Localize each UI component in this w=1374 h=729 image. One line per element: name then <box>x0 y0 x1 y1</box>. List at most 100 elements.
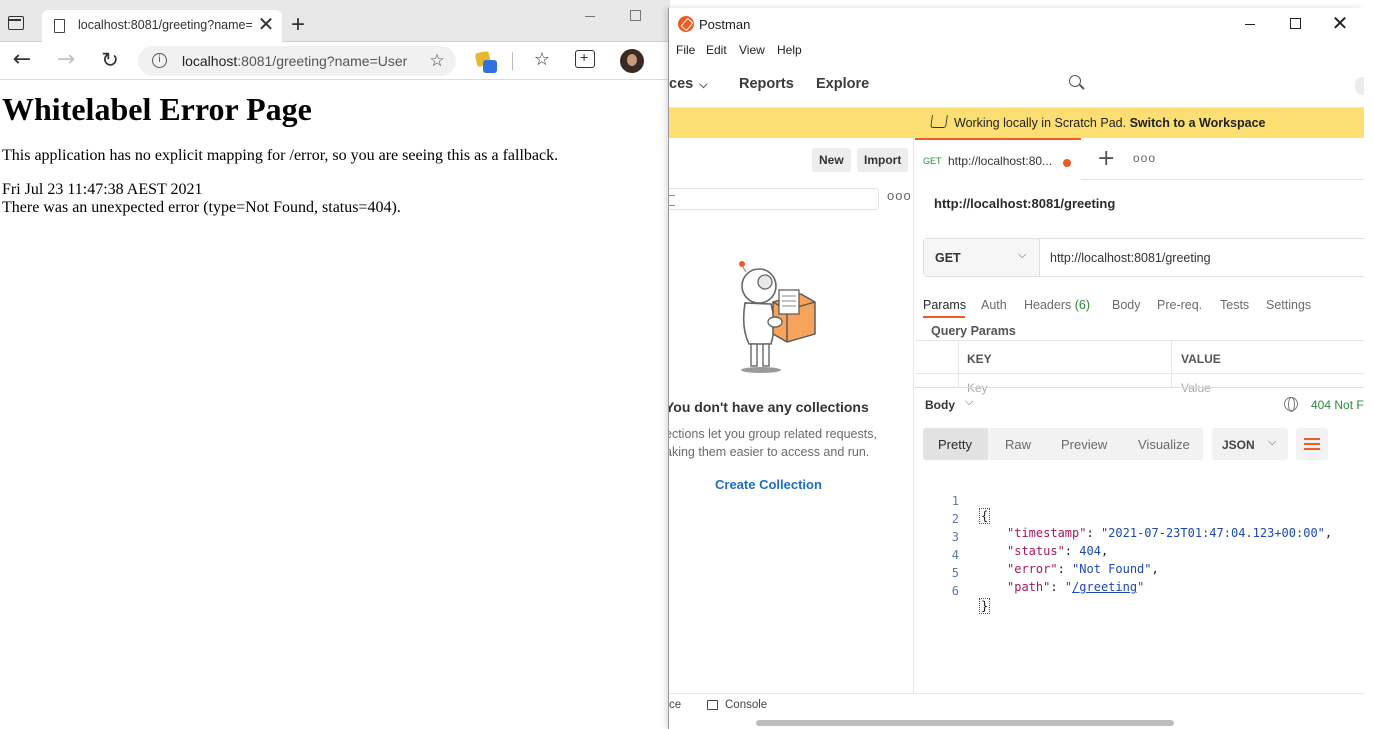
view-preview[interactable]: Preview <box>1061 437 1107 452</box>
request-tab[interactable]: GET http://localhost:80... <box>915 138 1081 180</box>
address-url[interactable]: localhost:8081/greeting?name=User <box>182 53 407 69</box>
switch-workspace-link[interactable]: Switch to a Workspace <box>1130 116 1266 130</box>
view-pretty[interactable]: Pretty <box>938 437 972 452</box>
new-button[interactable]: New <box>812 148 851 172</box>
banner-text: Working locally in Scratch Pad. <box>954 116 1127 130</box>
line-number: 6 <box>951 584 959 598</box>
console-button[interactable]: Console <box>725 699 767 711</box>
code-line: 4 "error": "Not Found", <box>915 534 1364 576</box>
postman-titlebar: Postman ✕ <box>669 8 1364 40</box>
response-divider[interactable] <box>915 387 1364 388</box>
request-workspace: GET http://localhost:80... + ooo http://… <box>915 138 1364 693</box>
query-params-title: Query Params <box>931 324 1016 338</box>
view-visualize[interactable]: Visualize <box>1138 437 1190 452</box>
request-url-input[interactable]: http://localhost:8081/greeting <box>1050 251 1211 265</box>
footer-item-partial[interactable]: ce <box>669 699 681 711</box>
browser-tab[interactable]: localhost:8081/greeting?name=U ✕ <box>42 10 282 42</box>
more-options-icon[interactable]: ooo <box>887 188 912 203</box>
site-info-icon[interactable]: i <box>152 53 167 68</box>
error-message: This application has no explicit mapping… <box>2 147 559 164</box>
extension-icon[interactable] <box>474 50 498 74</box>
window-title: Postman <box>699 17 751 32</box>
format-select[interactable]: JSON ⌵ <box>1212 428 1288 460</box>
forward-icon[interactable]: → <box>52 46 80 74</box>
address-bar[interactable]: i localhost:8081/greeting?name=User ☆ <box>138 46 456 76</box>
error-timestamp: Fri Jul 23 11:47:38 AEST 2021 <box>2 181 203 198</box>
response-json-viewer[interactable]: 1 { 2 "timestamp": "2021-07-23T01:47:04.… <box>915 472 1364 614</box>
tab-options-icon[interactable]: ooo <box>1133 151 1156 165</box>
collections-icon[interactable] <box>575 49 595 68</box>
menu-edit[interactable]: Edit <box>706 43 727 57</box>
search-icon[interactable] <box>1069 75 1085 91</box>
banner-message: Working locally in Scratch Pad. Switch t… <box>954 116 1265 130</box>
menu-view[interactable]: View <box>739 43 765 57</box>
create-collection-link[interactable]: Create Collection <box>715 477 822 492</box>
code-line: 2 "timestamp": "2021-07-23T01:47:04.123+… <box>915 498 1364 540</box>
code-line: 1 { <box>915 480 1364 524</box>
response-status[interactable]: 404 Not F <box>1311 398 1364 412</box>
tab-params[interactable]: Params <box>923 298 966 312</box>
empty-collections-description: ections let you group related requests, … <box>668 427 877 459</box>
menu-file[interactable]: File <box>676 43 695 57</box>
minimize-icon[interactable] <box>582 8 600 24</box>
request-name[interactable]: http://localhost:8081/greeting <box>934 196 1115 211</box>
refresh-icon[interactable]: ↻ <box>96 46 124 74</box>
horizontal-scrollbar[interactable] <box>756 720 1174 726</box>
headers-count: (6) <box>1074 298 1091 312</box>
console-icon[interactable] <box>707 700 718 710</box>
empty-collections-title: You don't have any collections <box>668 399 869 415</box>
maximize-icon[interactable] <box>1290 18 1301 29</box>
postman-logo-icon <box>678 16 694 32</box>
request-url-bar: GET ⌵ http://localhost:8081/greeting <box>923 238 1364 277</box>
profile-avatar[interactable] <box>620 49 644 73</box>
response-body-label[interactable]: Body <box>925 398 955 412</box>
tab-body[interactable]: Body <box>1112 298 1141 312</box>
menu-help[interactable]: Help <box>777 43 802 57</box>
response-view-tabs: Pretty Raw Preview Visualize <box>923 428 1203 460</box>
new-request-tab-icon[interactable]: + <box>1097 146 1115 171</box>
tab-auth[interactable]: Auth <box>981 298 1007 312</box>
nav-workspaces[interactable]: ces ⌵ <box>669 76 708 92</box>
add-favorite-icon[interactable]: ☆ <box>426 50 448 72</box>
param-key-input[interactable]: Key <box>967 381 988 395</box>
toolbar-divider <box>512 52 513 70</box>
favorites-icon[interactable]: ☆ <box>530 48 554 72</box>
maximize-icon[interactable] <box>630 10 641 21</box>
nav-explore[interactable]: Explore <box>816 76 869 92</box>
back-icon[interactable]: ← <box>8 46 36 74</box>
browser-tab-title: localhost:8081/greeting?name=U <box>78 18 252 32</box>
key-column-header: KEY <box>967 352 992 366</box>
globe-icon[interactable] <box>1284 397 1298 412</box>
url-path: :8081/greeting?name=User <box>237 53 408 69</box>
request-tab-strip: GET http://localhost:80... + ooo <box>915 138 1364 180</box>
tab-prerequest[interactable]: Pre-req. <box>1157 298 1202 312</box>
request-option-tabs: Params Auth Headers (6) Body Pre-req. Te… <box>923 298 1363 322</box>
code-line: 3 "status": 404, <box>915 516 1364 558</box>
nav-reports[interactable]: Reports <box>739 76 794 92</box>
import-button[interactable]: Import <box>857 148 909 172</box>
chevron-down-icon[interactable]: ⌵ <box>965 396 973 409</box>
format-value: JSON <box>1222 438 1255 452</box>
json-brace: } <box>979 598 991 614</box>
header-edge-button[interactable] <box>1355 77 1364 95</box>
nav-workspaces-label: ces <box>669 76 694 92</box>
postman-header: ces ⌵ Reports Explore <box>669 63 1364 108</box>
unsaved-dot-icon <box>1063 159 1071 167</box>
close-tab-icon[interactable]: ✕ <box>256 14 276 36</box>
params-row-divider <box>915 373 1364 374</box>
tab-actions-icon[interactable] <box>8 16 24 30</box>
sidebar-filter-input[interactable] <box>669 188 879 210</box>
method-select[interactable]: GET ⌵ <box>924 239 1040 276</box>
param-value-input[interactable]: Value <box>1181 381 1211 395</box>
tab-tests[interactable]: Tests <box>1220 298 1249 312</box>
tab-headers[interactable]: Headers (6) <box>1024 298 1090 312</box>
view-raw[interactable]: Raw <box>1005 437 1031 452</box>
new-tab-icon[interactable]: + <box>286 12 310 38</box>
tab-settings[interactable]: Settings <box>1266 298 1311 312</box>
minimize-icon[interactable] <box>1243 16 1257 30</box>
close-icon[interactable]: ✕ <box>1331 12 1349 34</box>
collections-sidebar: New Import ooo You don't have any collec… <box>669 138 914 693</box>
wrap-lines-icon[interactable] <box>1296 428 1328 460</box>
postman-window: Postman ✕ File Edit View Help ces ⌵ Repor… <box>668 8 1364 729</box>
params-checkbox-column <box>915 341 959 387</box>
